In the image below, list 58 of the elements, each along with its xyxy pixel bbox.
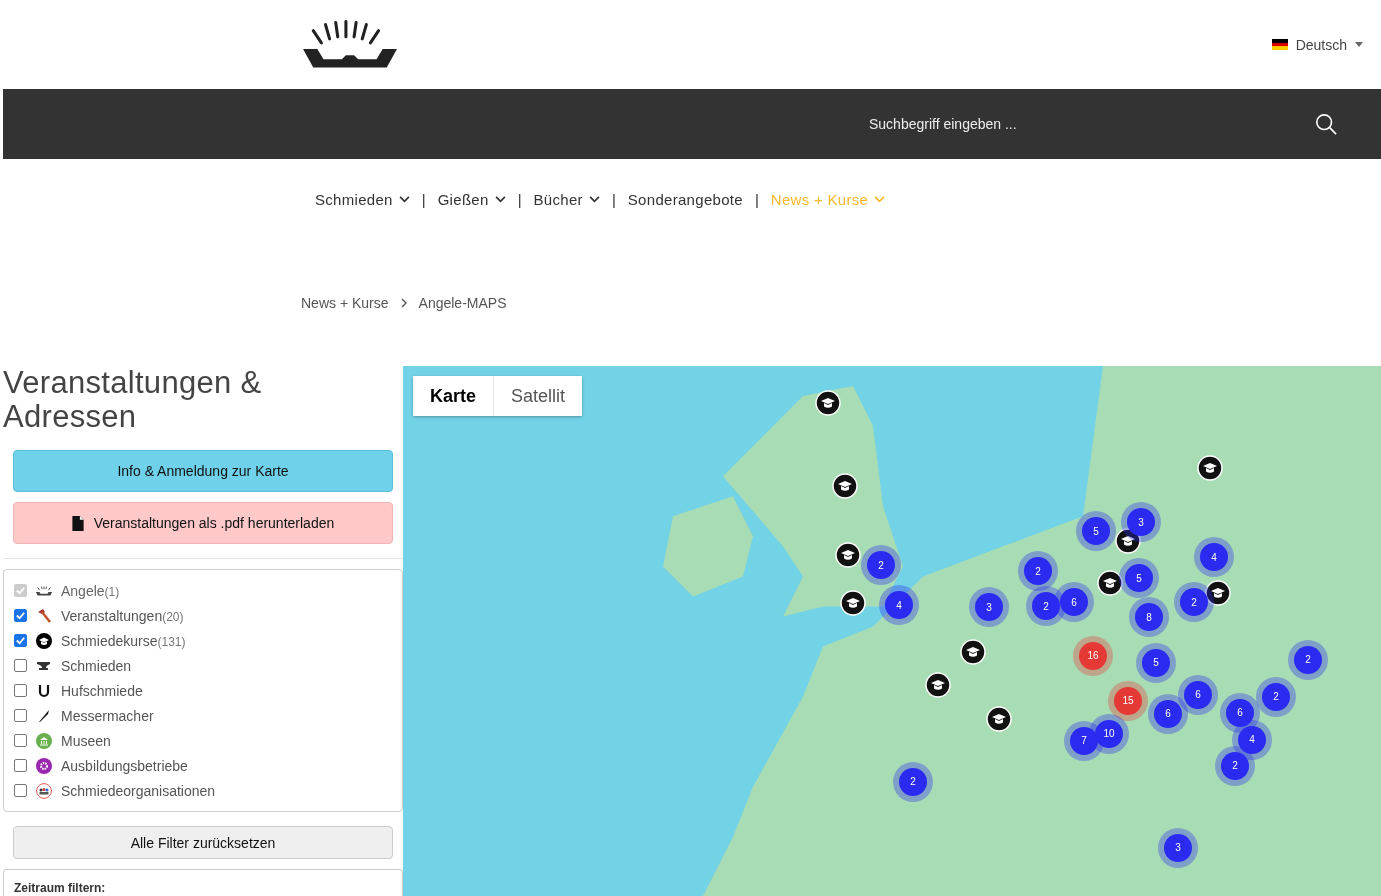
- map-type-tab[interactable]: Satellit: [493, 376, 583, 416]
- graduation-cap-marker-icon[interactable]: [960, 638, 986, 665]
- museum-icon: [35, 732, 53, 749]
- nav-separator: |: [517, 190, 522, 208]
- checkbox[interactable]: [14, 659, 27, 672]
- logo-icon[interactable]: [301, 19, 399, 70]
- checkbox[interactable]: [14, 784, 27, 797]
- sidebar-title: Veranstaltungen & Adressen: [3, 366, 263, 434]
- nav-separator: |: [611, 190, 616, 208]
- checkbox[interactable]: [14, 759, 27, 772]
- nav-link[interactable]: Sonderangebote: [627, 188, 743, 210]
- reset-filters-button[interactable]: Alle Filter zurücksetzen: [13, 826, 393, 859]
- graduation-cap-marker-icon[interactable]: [815, 390, 841, 417]
- graduation-cap-marker-icon[interactable]: [835, 542, 861, 569]
- filter-label[interactable]: Ausbildungsbetriebe: [61, 757, 188, 774]
- chevron-down-icon[interactable]: [398, 195, 410, 203]
- nav-link[interactable]: Bücher: [533, 188, 600, 210]
- filter-label[interactable]: Hufschmiede: [61, 682, 143, 699]
- file-icon: [71, 515, 84, 531]
- map-placeholder[interactable]: Karte Satellit 2 4 3 2 2 6 5 3 5 8 2 4 16 15 5 6 6 6 7 10 4 2 2 2 2 3: [403, 366, 1381, 896]
- checkbox[interactable]: [14, 734, 27, 747]
- graduation-cap-icon: [35, 632, 53, 649]
- graduation-cap-marker-icon[interactable]: [1205, 580, 1231, 607]
- period-label: Zeitraum filtern:: [14, 881, 106, 895]
- graduation-cap-marker-icon[interactable]: [925, 671, 951, 698]
- graduation-cap-marker-icon[interactable]: [1097, 570, 1123, 597]
- graduation-cap-marker-icon[interactable]: [832, 473, 858, 500]
- caret-icon[interactable]: [1355, 42, 1363, 47]
- search-icon[interactable]: [1315, 113, 1337, 135]
- graduation-cap-marker-icon[interactable]: [840, 590, 866, 617]
- nav-link[interactable]: Schmieden: [315, 188, 410, 210]
- nav-separator: |: [421, 190, 426, 208]
- map-type-tab[interactable]: Karte: [413, 376, 494, 416]
- filter-label[interactable]: Schmieden: [61, 657, 132, 674]
- language-selector[interactable]: Deutsch: [1265, 35, 1369, 54]
- checkbox[interactable]: [14, 709, 27, 722]
- pdf-download-button[interactable]: Veranstaltungen als .pdf herunterladen: [13, 502, 393, 544]
- filter-label[interactable]: Schmiedekurse(131): [61, 632, 186, 649]
- gear-icon: [35, 757, 53, 774]
- info-button[interactable]: Info & Anmeldung zur Karte: [13, 450, 393, 492]
- breadcrumb-current[interactable]: Angele-MAPS: [418, 294, 507, 311]
- breadcrumb-link[interactable]: News + Kurse: [301, 294, 389, 311]
- graduation-cap-marker-icon[interactable]: [986, 705, 1012, 732]
- checkbox[interactable]: [14, 684, 27, 697]
- checkbox[interactable]: [14, 609, 27, 622]
- chevron-down-icon[interactable]: [494, 195, 506, 203]
- people-icon: [35, 782, 53, 799]
- chevron-icon: [400, 297, 407, 308]
- graduation-cap-marker-icon[interactable]: [1197, 455, 1223, 482]
- chevron-down-icon[interactable]: [588, 195, 600, 203]
- search-field[interactable]: Suchbegriff eingeben ...: [863, 110, 1255, 138]
- filter-label[interactable]: Veranstaltungen(20): [61, 607, 184, 624]
- filter-label[interactable]: Museen: [61, 732, 111, 749]
- nav-link[interactable]: Gießen: [437, 188, 506, 210]
- filter-label[interactable]: Schmiedeorganisationen: [61, 782, 216, 799]
- filter-label[interactable]: Messermacher: [61, 707, 154, 724]
- checkbox[interactable]: [14, 634, 27, 647]
- nav-separator: |: [754, 190, 759, 208]
